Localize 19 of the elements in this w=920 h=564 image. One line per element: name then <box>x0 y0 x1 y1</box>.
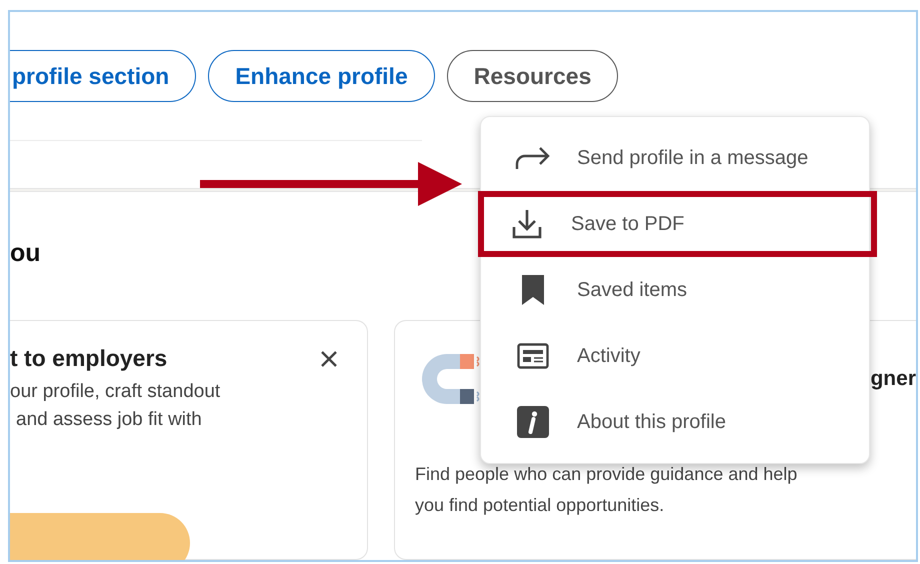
card-text: Find people who can provide guidance and help <box>415 463 798 486</box>
menu-item[interactable]: About this profile <box>481 389 869 455</box>
share-arrow-icon <box>515 146 551 170</box>
card-text: and assess job fit with <box>15 408 203 432</box>
action-button[interactable]: profile section <box>10 50 196 102</box>
card-title: gner <box>870 367 916 391</box>
menu-item[interactable]: Save to PDF <box>478 191 877 257</box>
card-title: t to employers <box>10 345 168 372</box>
menu-item[interactable]: Activity <box>481 323 869 389</box>
section-heading: ou <box>10 238 42 268</box>
activity-icon <box>515 343 551 369</box>
action-button[interactable]: Enhance profile <box>208 50 435 102</box>
resources-button[interactable]: Resources <box>446 50 618 102</box>
card-text: you find potential opportunities. <box>415 494 664 517</box>
menu-item[interactable]: Saved items <box>481 257 869 323</box>
menu-item[interactable]: Send profile in a message <box>481 125 869 191</box>
card-text: our profile, craft standout <box>10 380 222 404</box>
close-icon[interactable] <box>319 348 339 368</box>
info-icon <box>515 406 551 438</box>
